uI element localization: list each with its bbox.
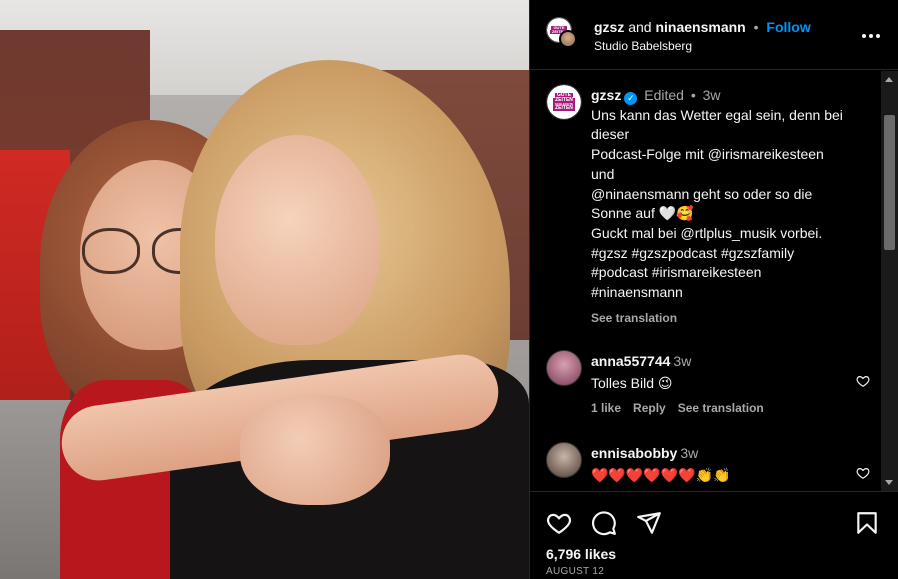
caption-see-translation[interactable]: See translation bbox=[591, 309, 871, 329]
post-side-panel: GUTE ZEITEN gzsz and ninaensmann • Follo… bbox=[529, 0, 898, 579]
author-ninaensmann-link[interactable]: ninaensmann bbox=[655, 19, 745, 35]
comment-username[interactable]: ennisabobby bbox=[591, 445, 677, 461]
caption-avatar[interactable]: GUTE ZEITEN SCHLECHTE ZEITEN bbox=[546, 84, 582, 120]
post-photo[interactable] bbox=[0, 0, 529, 579]
verified-icon: ✓ bbox=[624, 92, 638, 105]
author-gzsz-link[interactable]: gzsz bbox=[594, 19, 624, 35]
follow-button[interactable]: Follow bbox=[766, 19, 810, 35]
heart-icon[interactable] bbox=[856, 466, 870, 480]
post-authors: gzsz and ninaensmann • Follow bbox=[594, 19, 811, 35]
caption-body: gzsz ✓ Edited • 3w Uns kann das Wetter eg… bbox=[591, 86, 871, 328]
caption-username[interactable]: gzsz bbox=[591, 87, 621, 103]
location-link[interactable]: Studio Babelsberg bbox=[594, 39, 692, 53]
gzsz-logo: GUTE ZEITEN SCHLECHTE ZEITEN bbox=[547, 85, 581, 119]
comment-body: ennisabobby 3w ❤️❤️❤️❤️❤️❤️👏👏 bbox=[591, 444, 831, 485]
caption-line: #ninaensmann bbox=[591, 284, 683, 301]
caption-line: @ninaensmann geht so oder so die bbox=[591, 185, 813, 202]
caption-time[interactable]: 3w bbox=[703, 87, 721, 103]
comment-see-translation[interactable]: See translation bbox=[678, 401, 764, 415]
comment-text: Tolles Bild 😉 bbox=[591, 375, 673, 391]
scroll-down-arrow[interactable] bbox=[885, 480, 893, 485]
caption-line: #gzsz #gzszpodcast #gzszfamily bbox=[591, 244, 795, 261]
comment-text: ❤️❤️❤️❤️❤️❤️👏👏 bbox=[591, 467, 731, 483]
likes-count[interactable]: 6,796 likes bbox=[546, 546, 616, 562]
caption-line: Guckt mal bei @rtlplus_musik vorbei. bbox=[591, 224, 823, 241]
ninaensmann-avatar[interactable] bbox=[559, 30, 577, 48]
caption-line: #podcast #irismareikesteen bbox=[591, 264, 762, 281]
heart-icon[interactable] bbox=[546, 510, 572, 536]
scrollbar-thumb[interactable] bbox=[884, 115, 895, 250]
comment-username[interactable]: anna557744 bbox=[591, 353, 670, 369]
caption-line: Uns kann das Wetter egal sein, denn bei bbox=[591, 106, 843, 123]
share-icon[interactable] bbox=[636, 510, 662, 536]
scroll-up-arrow[interactable] bbox=[885, 77, 893, 82]
more-icon bbox=[862, 34, 866, 38]
heart-icon[interactable] bbox=[856, 374, 870, 388]
caption-dot: • bbox=[690, 87, 696, 103]
comment-actions: 1 like Reply See translation bbox=[591, 401, 764, 415]
comments-scroll-area[interactable]: GUTE ZEITEN SCHLECHTE ZEITEN gzsz ✓ Edite… bbox=[530, 71, 882, 491]
commenter-avatar[interactable] bbox=[546, 442, 582, 478]
comments-scrollbar[interactable] bbox=[881, 71, 898, 491]
header-dot: • bbox=[753, 19, 759, 35]
more-options-button[interactable] bbox=[861, 26, 881, 46]
comment-body: anna557744 3w Tolles Bild 😉 bbox=[591, 352, 831, 393]
caption-line: Podcast-Folge mit @irismareikesteen bbox=[591, 146, 824, 163]
comment-likes[interactable]: 1 like bbox=[591, 401, 621, 415]
photo-hands bbox=[240, 395, 390, 505]
comment-icon[interactable] bbox=[591, 510, 617, 536]
authors-and: and bbox=[628, 19, 652, 35]
photo-woman-right-face bbox=[215, 135, 380, 345]
commenter-avatar[interactable] bbox=[546, 350, 582, 386]
comment-time[interactable]: 3w bbox=[680, 445, 698, 461]
post-date[interactable]: AUGUST 12 bbox=[546, 566, 604, 577]
post-header: GUTE ZEITEN gzsz and ninaensmann • Follo… bbox=[530, 0, 898, 70]
save-icon[interactable] bbox=[854, 510, 880, 536]
caption-edited: Edited bbox=[644, 87, 684, 103]
caption-line: dieser bbox=[591, 126, 630, 143]
comment-time[interactable]: 3w bbox=[673, 353, 691, 369]
post-footer: 6,796 likes AUGUST 12 bbox=[530, 491, 898, 579]
comment-reply-button[interactable]: Reply bbox=[633, 401, 666, 415]
caption-line: und bbox=[591, 165, 615, 182]
caption-line: Sonne auf 🤍🥰 bbox=[591, 205, 694, 222]
